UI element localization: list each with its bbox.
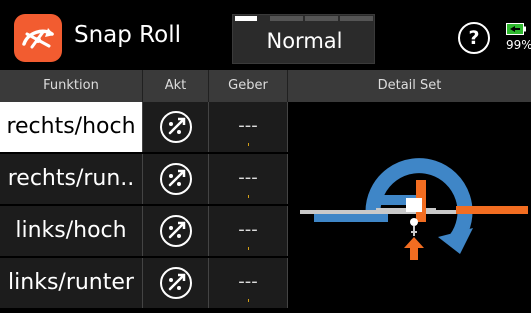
- switch-icon: [160, 111, 192, 143]
- control-value: ---: [238, 115, 258, 136]
- table-row[interactable]: rechts/run.. ---: [0, 154, 288, 206]
- function-cell[interactable]: rechts/hoch: [0, 102, 143, 152]
- control-value: ---: [238, 167, 258, 188]
- activation-cell[interactable]: [143, 206, 209, 256]
- column-header-funktion: Funktion: [0, 70, 143, 102]
- switch-icon: [160, 163, 192, 195]
- table-row[interactable]: rechts/hoch ---: [0, 102, 288, 154]
- control-cell[interactable]: ---: [209, 258, 288, 308]
- flight-mode-selector[interactable]: Normal: [232, 14, 375, 64]
- header-bar: Snap Roll Normal ? 99%: [0, 0, 531, 70]
- control-marker: [248, 195, 249, 198]
- control-marker: [248, 247, 249, 250]
- control-value: ---: [238, 219, 258, 240]
- mode-indicator-bar: [233, 15, 376, 23]
- control-marker: [248, 299, 249, 302]
- column-header-akt: Akt: [143, 70, 209, 102]
- control-cell[interactable]: ---: [209, 154, 288, 204]
- function-cell[interactable]: rechts/run..: [0, 154, 143, 204]
- control-cell[interactable]: ---: [209, 206, 288, 256]
- flight-mode-label: Normal: [266, 29, 343, 53]
- column-header-geber: Geber: [209, 70, 288, 102]
- control-marker: [248, 143, 249, 146]
- activation-cell[interactable]: [143, 154, 209, 204]
- function-cell[interactable]: links/hoch: [0, 206, 143, 256]
- switch-icon: [160, 215, 192, 247]
- control-value: ---: [238, 271, 258, 292]
- activation-cell[interactable]: [143, 258, 209, 308]
- function-cell[interactable]: links/runter: [0, 258, 143, 308]
- battery-percent: 99%: [506, 38, 531, 52]
- activation-cell[interactable]: [143, 102, 209, 152]
- snap-roll-airplane-illustration: [300, 158, 528, 260]
- control-cell[interactable]: ---: [209, 102, 288, 152]
- help-icon[interactable]: ?: [458, 22, 490, 54]
- switch-icon: [160, 267, 192, 299]
- detail-set-panel[interactable]: [288, 102, 531, 309]
- snap-roll-app-icon[interactable]: [14, 14, 62, 62]
- table-row[interactable]: links/runter ---: [0, 258, 288, 310]
- column-header-detail-set: Detail Set: [288, 70, 531, 102]
- battery-icon: [506, 20, 526, 35]
- page-title: Snap Roll: [74, 22, 181, 48]
- table-row[interactable]: links/hoch ---: [0, 206, 288, 258]
